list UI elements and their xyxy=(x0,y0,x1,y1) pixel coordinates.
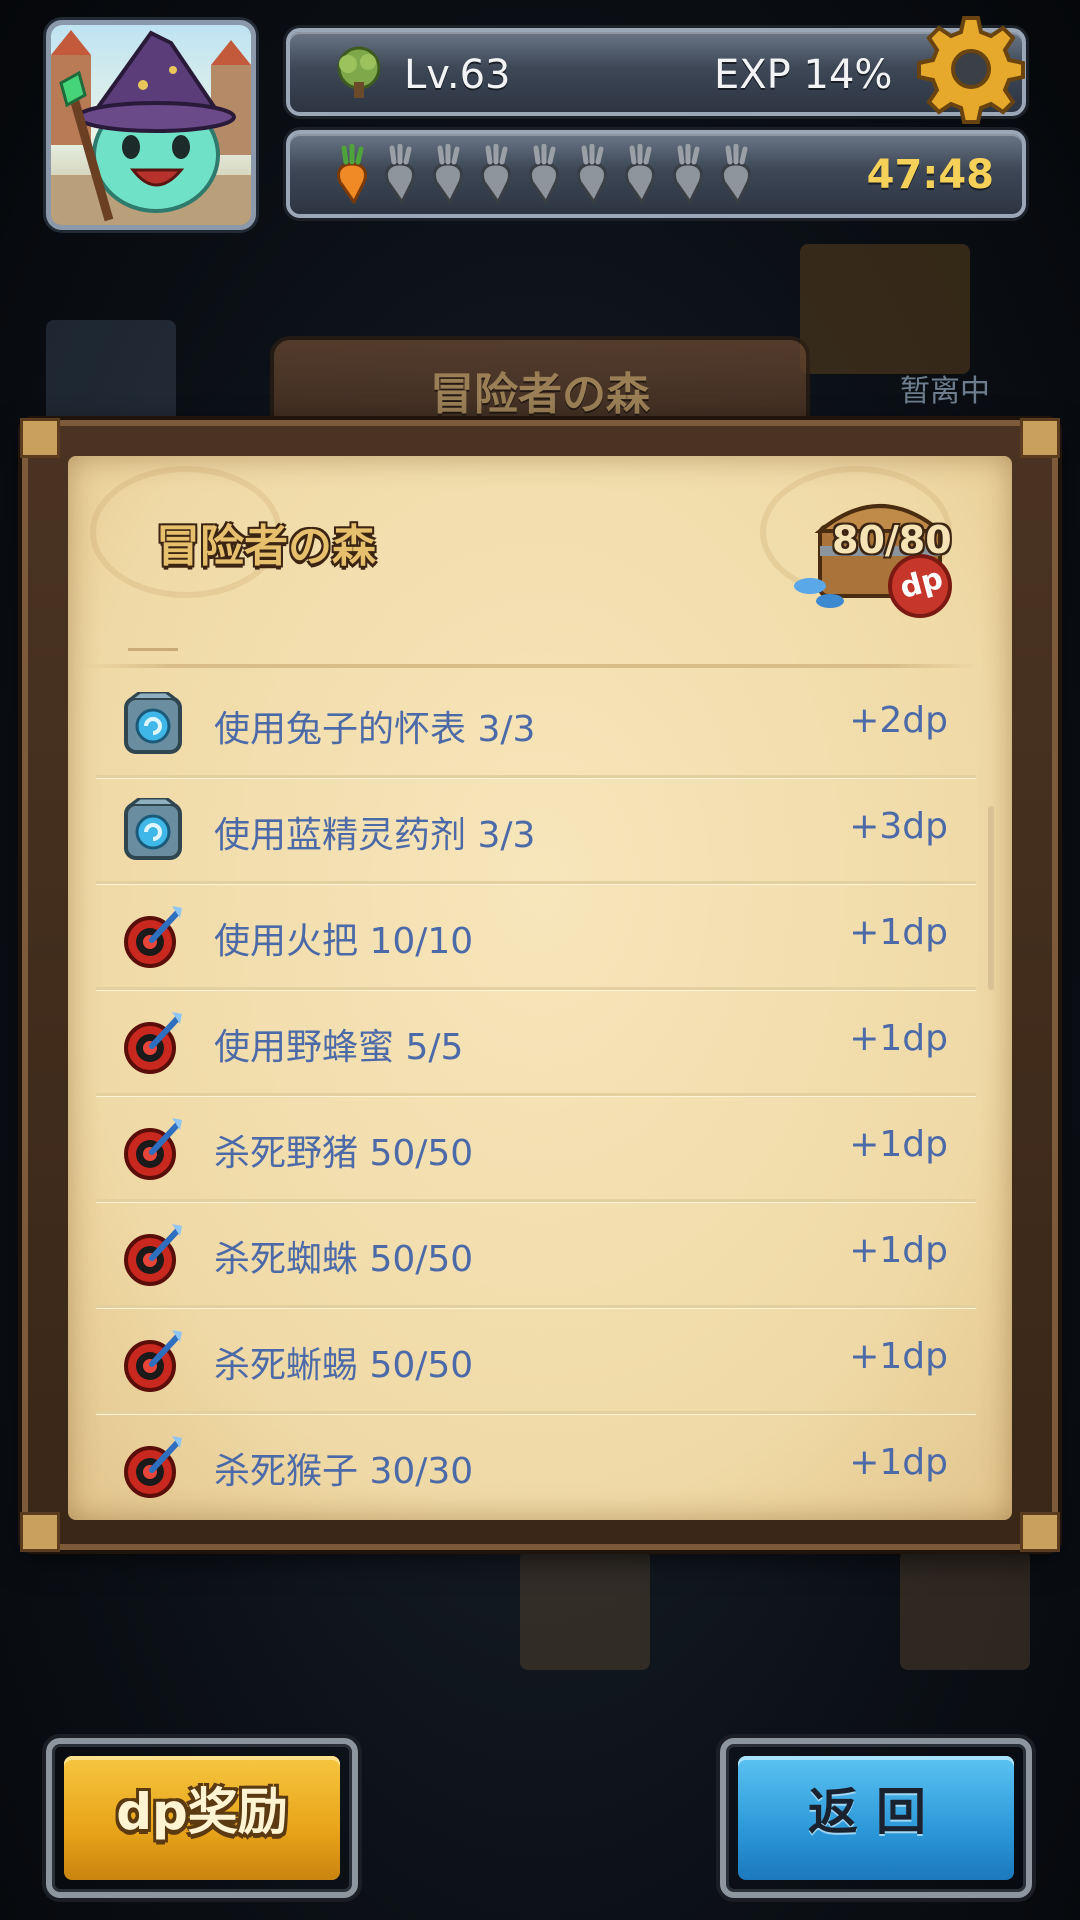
divider xyxy=(80,664,980,668)
carrot-empty-icon xyxy=(385,144,415,204)
quest-row: 使用蓝精灵药剂 3/3 +3dp xyxy=(96,778,976,884)
quest-row: 使用兔子的怀表 3/3 +2dp xyxy=(96,672,976,778)
quest-label: 杀死野猪 50/50 xyxy=(214,1133,474,1174)
dp-reward-button[interactable]: dp奖励 xyxy=(46,1738,358,1898)
panel-corner xyxy=(20,1512,60,1552)
quest-reward: +1dp xyxy=(849,1336,948,1377)
back-label: 返回 xyxy=(808,1783,944,1841)
quest-row: 杀死猴子 30/30 +1dp xyxy=(96,1414,976,1517)
target-icon xyxy=(124,1330,182,1392)
quest-reward: +3dp xyxy=(849,806,948,847)
list-scrollbar[interactable] xyxy=(988,806,994,990)
quest-row: 杀死蜘蛛 50/50 +1dp xyxy=(96,1202,976,1308)
divider xyxy=(128,648,178,651)
quest-reward: +1dp xyxy=(849,1124,948,1165)
exp-label: EXP 14% xyxy=(714,52,893,98)
panel-title: 冒险者の森 xyxy=(156,521,376,572)
quest-label: 杀死蜘蛛 50/50 xyxy=(214,1239,474,1280)
panel-corner xyxy=(1020,418,1060,458)
portal-icon xyxy=(124,692,182,754)
stamina-bar: 47:48 xyxy=(286,130,1026,218)
slime-wizard-icon xyxy=(51,30,251,225)
back-button[interactable]: 返回 xyxy=(720,1738,1032,1898)
quest-row: 使用野蜂蜜 5/5 +1dp xyxy=(96,990,976,1096)
quest-reward: +1dp xyxy=(849,912,948,953)
target-icon xyxy=(124,906,182,968)
carrot-empty-icon xyxy=(577,144,607,204)
area-sign-text: 冒险者の森 xyxy=(430,369,650,420)
stamina-icons xyxy=(330,144,758,204)
panel-corner xyxy=(20,418,60,458)
level-exp-bar: Lv.63 EXP 14% xyxy=(286,28,1026,116)
stamina-timer: 47:48 xyxy=(866,152,994,198)
away-status-label: 暂离中 xyxy=(900,374,990,409)
carrot-full-icon xyxy=(337,144,367,204)
quest-label: 杀死蜥蜴 50/50 xyxy=(214,1345,474,1386)
carrot-empty-icon xyxy=(625,144,655,204)
background-tile xyxy=(800,244,970,374)
target-icon xyxy=(124,1224,182,1286)
quest-row: 杀死蜥蜴 50/50 +1dp xyxy=(96,1308,976,1414)
level-label: Lv.63 xyxy=(404,52,511,98)
target-icon xyxy=(124,1012,182,1074)
quest-reward: +1dp xyxy=(849,1442,948,1483)
quest-label: 使用火把 10/10 xyxy=(214,921,474,962)
background-tile xyxy=(900,1550,1030,1670)
quest-reward: +2dp xyxy=(849,700,948,741)
panel-corner xyxy=(1020,1512,1060,1552)
dp-reward-label: dp奖励 xyxy=(116,1783,288,1841)
quest-row: 使用火把 10/10 +1dp xyxy=(96,884,976,990)
target-icon xyxy=(124,1118,182,1180)
tree-icon xyxy=(337,46,381,98)
quest-list[interactable]: 使用兔子的怀表 3/3 +2dp 使用蓝精灵药剂 3/3 +3dp 使用火把 1… xyxy=(96,672,976,1517)
player-avatar[interactable] xyxy=(46,20,256,230)
portal-icon xyxy=(124,798,182,860)
dp-total: 80/80 xyxy=(832,518,952,562)
quest-label: 使用野蜂蜜 5/5 xyxy=(214,1027,464,1068)
quest-label: 使用兔子的怀表 3/3 xyxy=(214,709,536,750)
quest-reward: +1dp xyxy=(849,1230,948,1271)
quest-reward: +1dp xyxy=(849,1018,948,1059)
quest-row: 杀死野猪 50/50 +1dp xyxy=(96,1096,976,1202)
target-icon xyxy=(124,1436,182,1498)
area-sign: 冒险者の森 xyxy=(270,336,810,432)
carrot-empty-icon xyxy=(673,144,703,204)
background-tile xyxy=(520,1550,650,1670)
carrot-empty-icon xyxy=(433,144,463,204)
quest-label: 杀死猴子 30/30 xyxy=(214,1451,474,1492)
settings-gear-icon[interactable] xyxy=(916,14,1026,124)
quest-label: 使用蓝精灵药剂 3/3 xyxy=(214,815,536,856)
carrot-empty-icon xyxy=(529,144,559,204)
carrot-empty-icon xyxy=(481,144,511,204)
carrot-empty-icon xyxy=(721,144,751,204)
